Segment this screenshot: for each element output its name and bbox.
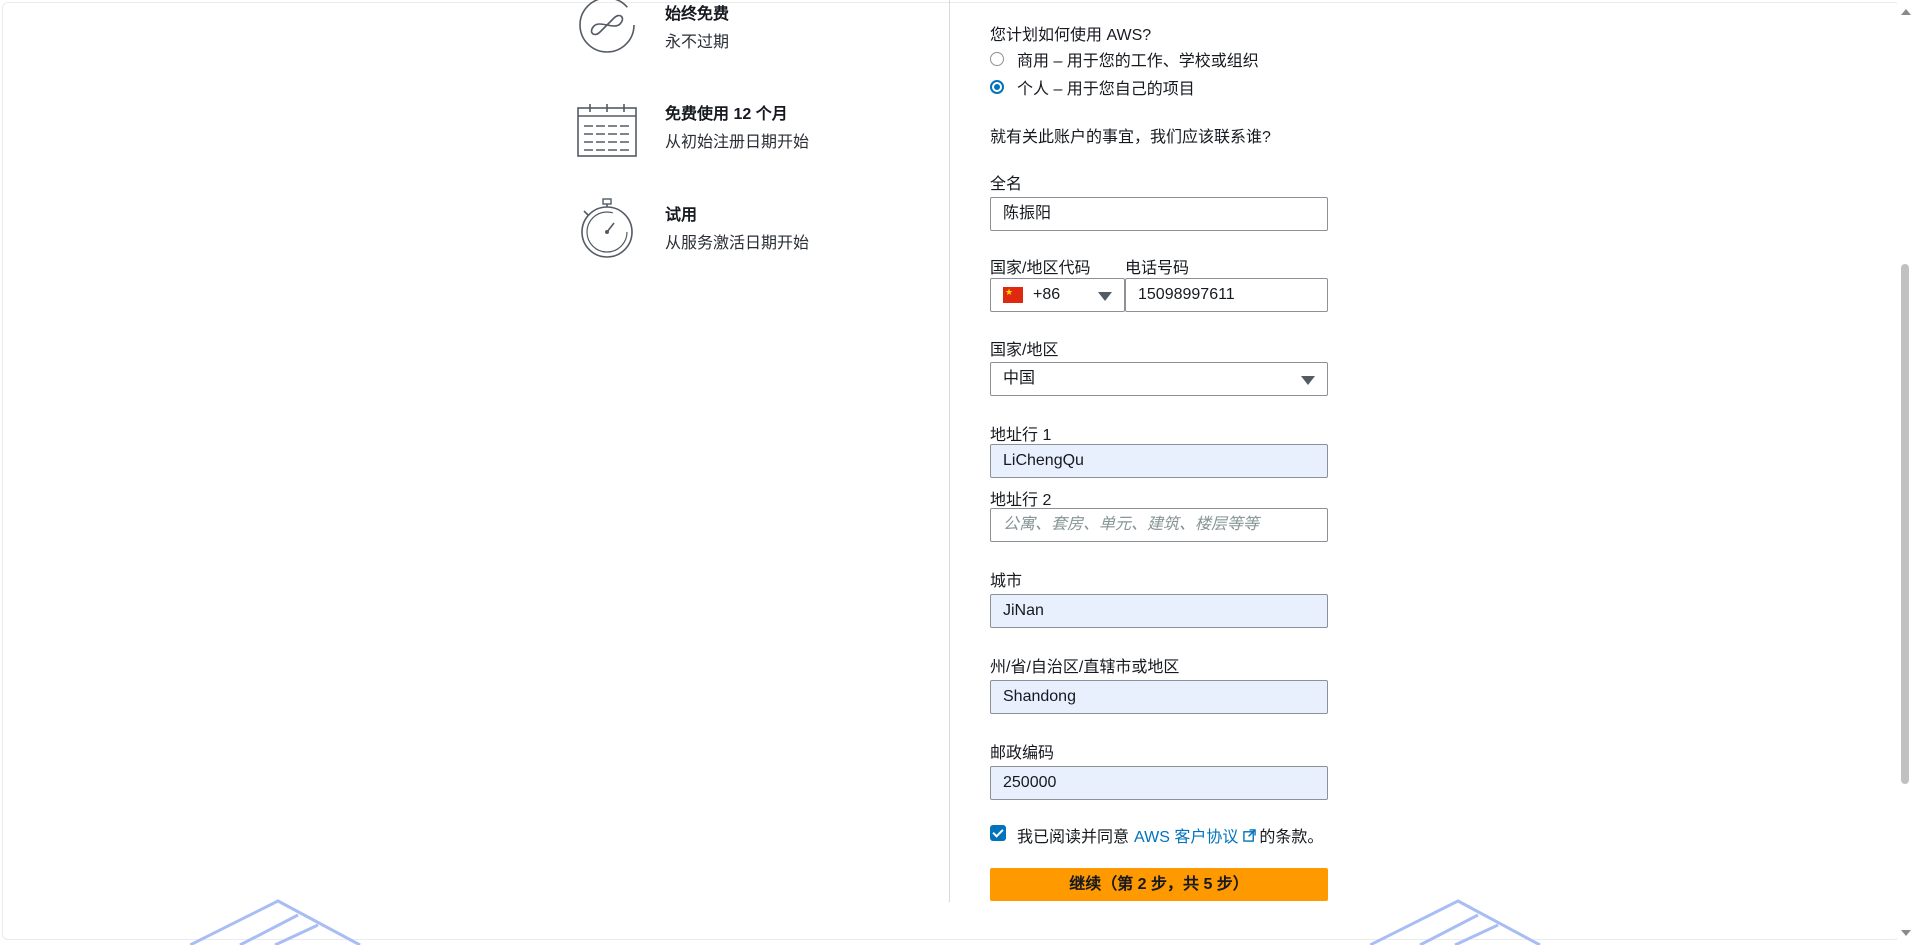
full-name-input[interactable]: 陈振阳 <box>990 197 1328 231</box>
scroll-up-arrow-icon[interactable] <box>1901 9 1911 15</box>
postal-code-label: 邮政编码 <box>990 745 1055 762</box>
state-label: 州/省/自治区/直辖市或地区 <box>990 659 1180 676</box>
benefit-title: 始终免费 <box>665 6 730 23</box>
radio-label: 商用 – 用于您的工作、学校或组织 <box>1017 53 1259 70</box>
address2-label: 地址行 2 <box>990 492 1052 509</box>
address1-input[interactable]: LiChengQu <box>990 444 1328 478</box>
scrollbar-thumb[interactable] <box>1901 264 1909 784</box>
stopwatch-icon <box>581 198 633 258</box>
radio-button-selected[interactable] <box>990 80 1004 94</box>
external-link-icon[interactable] <box>1243 828 1257 842</box>
phone-number-input[interactable]: 15098997611 <box>1125 278 1328 312</box>
column-divider <box>949 0 950 902</box>
phone-label: 电话号码 <box>1125 260 1190 277</box>
city-input[interactable]: JiNan <box>990 594 1328 628</box>
contact-question: 就有关此账户的事宜，我们应该联系谁? <box>990 129 1271 146</box>
decorative-shape-right <box>1370 899 1541 945</box>
radio-business[interactable]: 商用 – 用于您的工作、学校或组织 <box>990 49 1259 70</box>
full-name-label: 全名 <box>990 176 1023 193</box>
benefit-title: 试用 <box>665 207 698 224</box>
benefit-subtitle: 从初始注册日期开始 <box>665 134 810 151</box>
scroll-down-arrow-icon[interactable] <box>1901 930 1911 936</box>
country-select[interactable]: 中国 <box>990 362 1328 396</box>
address2-input[interactable]: 公寓、套房、单元、建筑、楼层等等 <box>990 508 1328 542</box>
country-code-label: 国家/地区代码 <box>990 260 1091 277</box>
aws-customer-agreement-link[interactable]: AWS 客户协议 <box>1134 823 1238 847</box>
agreement-prefix: 我已阅读并同意 <box>1017 829 1130 846</box>
benefit-title: 免费使用 12 个月 <box>665 106 788 123</box>
benefit-subtitle: 永不过期 <box>665 34 730 51</box>
calendar-icon <box>577 104 637 157</box>
country-value: 中国 <box>1003 370 1036 387</box>
radio-button[interactable] <box>990 52 1004 66</box>
usage-question: 您计划如何使用 AWS? <box>990 27 1152 44</box>
country-label: 国家/地区 <box>990 342 1059 359</box>
country-code-value: +86 <box>1033 286 1061 303</box>
chevron-down-icon <box>1098 292 1112 301</box>
vertical-scrollbar[interactable] <box>1897 0 1914 945</box>
city-label: 城市 <box>990 573 1023 590</box>
chevron-down-icon <box>1301 376 1315 385</box>
address1-label: 地址行 1 <box>990 427 1052 444</box>
decorative-shape-left <box>190 899 361 945</box>
infinity-icon <box>579 0 635 53</box>
page-frame <box>2 2 1900 940</box>
continue-button[interactable]: 继续（第 2 步，共 5 步） <box>990 868 1328 901</box>
agreement-text: 我已阅读并同意 AWS 客户协议 的条款。 <box>1017 823 1323 847</box>
china-flag-icon: ★ <box>1003 287 1023 303</box>
radio-label: 个人 – 用于您自己的项目 <box>1017 81 1195 98</box>
state-input[interactable]: Shandong <box>990 680 1328 714</box>
country-code-select[interactable]: ★ +86 <box>990 278 1125 312</box>
agreement-checkbox[interactable] <box>990 825 1006 841</box>
benefit-subtitle: 从服务激活日期开始 <box>665 235 810 252</box>
agreement-suffix: 的条款。 <box>1259 829 1324 846</box>
postal-code-input[interactable]: 250000 <box>990 766 1328 800</box>
radio-personal[interactable]: 个人 – 用于您自己的项目 <box>990 77 1195 98</box>
